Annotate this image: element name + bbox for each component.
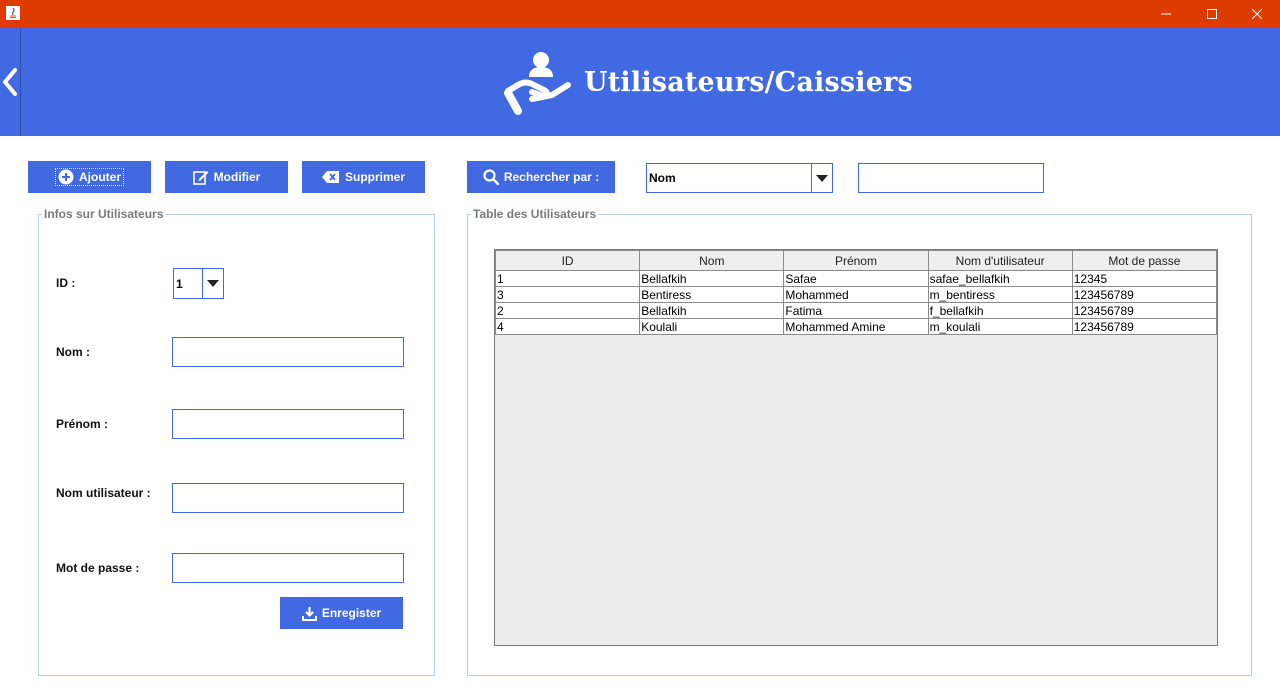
- table-cell: f_bellafkih: [927, 302, 1073, 319]
- column-header-username[interactable]: Nom d'utilisateur: [927, 250, 1073, 271]
- users-table[interactable]: ID Nom Prénom Nom d'utilisateur Mot de p…: [494, 250, 1218, 335]
- minimize-icon: [1161, 13, 1171, 15]
- username-label: Nom utilisateur :: [56, 486, 151, 500]
- minimize-button[interactable]: [1143, 0, 1189, 28]
- table-cell: Mohammed: [783, 286, 929, 303]
- edit-icon: [192, 171, 209, 185]
- table-cell: m_koulali: [927, 318, 1073, 335]
- table-row[interactable]: 3 Bentiress Mohammed m_bentiress 1234567…: [494, 286, 1218, 303]
- back-chevron-icon: [3, 68, 17, 96]
- search-button[interactable]: Rechercher par :: [467, 161, 615, 193]
- table-cell: safae_bellafkih: [927, 270, 1073, 287]
- username-field[interactable]: [172, 483, 404, 513]
- table-cell: Safae: [783, 270, 929, 287]
- search-by-select[interactable]: Nom: [646, 163, 833, 193]
- add-button[interactable]: Ajouter: [28, 161, 151, 193]
- column-header-nom[interactable]: Nom: [639, 250, 785, 271]
- users-table-legend: Table des Utilisateurs: [473, 207, 597, 221]
- edit-button-label: Modifier: [213, 170, 261, 184]
- table-row[interactable]: 2 Bellafkih Fatima f_bellafkih 123456789: [494, 302, 1218, 319]
- java-app-icon: [6, 6, 20, 20]
- save-button-label: Enregister: [321, 606, 382, 620]
- users-table-scrollpane[interactable]: ID Nom Prénom Nom d'utilisateur Mot de p…: [494, 249, 1218, 646]
- prenom-field[interactable]: [172, 409, 404, 439]
- search-by-dropdown-button[interactable]: [811, 164, 832, 192]
- edit-button[interactable]: Modifier: [165, 161, 288, 193]
- table-cell: 123456789: [1071, 286, 1218, 303]
- table-cell: m_bentiress: [927, 286, 1073, 303]
- delete-button[interactable]: Supprimer: [302, 161, 425, 193]
- add-button-label: Ajouter: [79, 170, 121, 184]
- user-care-icon: [504, 52, 571, 115]
- table-cell: Koulali: [639, 318, 785, 335]
- delete-x-icon: [321, 171, 339, 183]
- add-button-focus: Ajouter: [55, 168, 124, 186]
- id-select[interactable]: 1: [173, 268, 224, 299]
- table-cell: 2: [494, 302, 641, 319]
- nom-field[interactable]: [172, 337, 404, 367]
- table-cell: 123456789: [1071, 318, 1218, 335]
- search-icon: [483, 169, 499, 185]
- download-icon: [301, 606, 317, 621]
- table-cell: 3: [494, 286, 641, 303]
- table-header-row: ID Nom Prénom Nom d'utilisateur Mot de p…: [494, 250, 1218, 271]
- table-cell: 12345: [1071, 270, 1218, 287]
- user-info-legend: Infos sur Utilisateurs: [44, 207, 164, 221]
- table-cell: 1: [494, 270, 641, 287]
- plus-circle-icon: [58, 169, 74, 185]
- table-cell: Bellafkih: [639, 302, 785, 319]
- prenom-label: Prénom :: [56, 417, 109, 431]
- maximize-button[interactable]: [1189, 0, 1235, 28]
- table-cell: 4: [494, 318, 641, 335]
- table-cell: 123456789: [1071, 302, 1218, 319]
- save-button[interactable]: Enregister: [280, 597, 403, 629]
- table-row[interactable]: 1 Bellafkih Safae safae_bellafkih 12345: [494, 270, 1218, 287]
- search-button-label: Rechercher par :: [503, 170, 600, 184]
- back-button[interactable]: [0, 28, 21, 136]
- table-cell: Bellafkih: [639, 270, 785, 287]
- title-group: Utilisateurs/Caissiers: [504, 40, 913, 124]
- password-label: Mot de passe :: [56, 561, 140, 575]
- delete-button-label: Supprimer: [344, 170, 405, 184]
- search-input[interactable]: [858, 163, 1044, 193]
- close-icon: [1252, 9, 1262, 19]
- id-dropdown-button[interactable]: [202, 269, 223, 298]
- search-by-value: Nom: [649, 171, 676, 185]
- page-header: Utilisateurs/Caissiers: [0, 28, 1280, 136]
- id-select-value: 1: [176, 276, 183, 291]
- password-field[interactable]: [172, 553, 404, 583]
- page-title: Utilisateurs/Caissiers: [584, 66, 913, 98]
- table-cell: Fatima: [783, 302, 929, 319]
- dropdown-arrow-icon: [207, 280, 219, 287]
- close-button[interactable]: [1234, 0, 1280, 28]
- table-row[interactable]: 4 Koulali Mohammed Amine m_koulali 12345…: [494, 318, 1218, 335]
- nom-label: Nom :: [56, 345, 90, 359]
- maximize-icon: [1207, 9, 1217, 19]
- id-label: ID :: [56, 276, 76, 290]
- table-cell: Bentiress: [639, 286, 785, 303]
- table-cell: Mohammed Amine: [783, 318, 929, 335]
- dropdown-arrow-icon: [816, 174, 828, 182]
- window-titlebar: [0, 0, 1280, 28]
- column-header-prenom[interactable]: Prénom: [783, 250, 929, 271]
- column-header-id[interactable]: ID: [494, 250, 641, 271]
- column-header-password[interactable]: Mot de passe: [1071, 250, 1218, 271]
